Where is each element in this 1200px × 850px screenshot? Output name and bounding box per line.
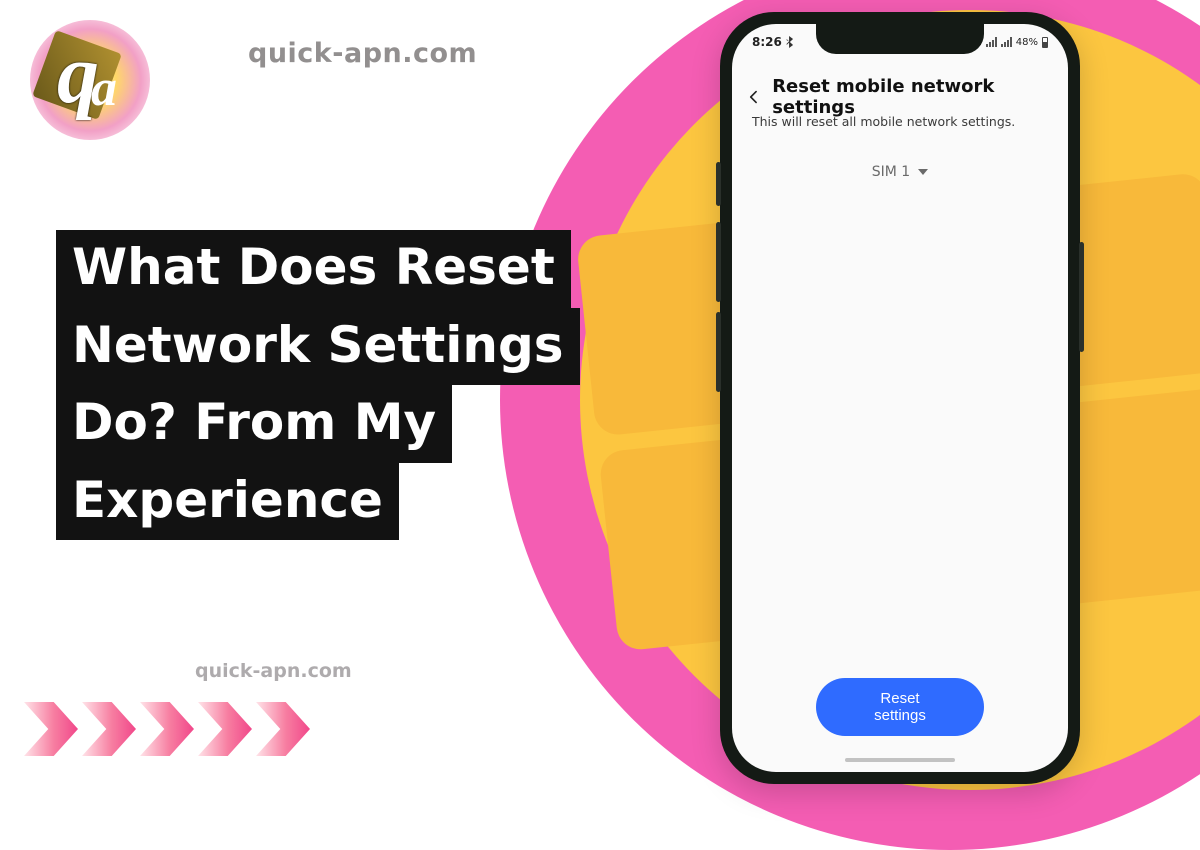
- phone-screen: 8:26 LTE1 48% Reset mobile network setti…: [732, 24, 1068, 772]
- headline-line: What Does Reset: [56, 230, 571, 308]
- back-icon[interactable]: [746, 88, 762, 106]
- chevron-down-icon: [918, 169, 928, 175]
- chevron-right-icon: [256, 702, 310, 756]
- headline-line: Network Settings: [56, 308, 580, 386]
- phone-mockup: 8:26 LTE1 48% Reset mobile network setti…: [720, 12, 1080, 784]
- article-headline: What Does Reset Network Settings Do? Fro…: [56, 230, 580, 540]
- bluetooth-icon: [786, 36, 794, 48]
- phone-volume-up: [716, 222, 721, 302]
- phone-mute-switch: [716, 162, 721, 206]
- home-indicator[interactable]: [845, 758, 955, 762]
- chevron-right-icon: [198, 702, 252, 756]
- status-time: 8:26: [752, 35, 782, 49]
- reset-settings-button[interactable]: Reset settings: [816, 678, 984, 736]
- signal-icon: [986, 37, 997, 47]
- headline-line: Experience: [56, 463, 399, 541]
- phone-volume-down: [716, 312, 721, 392]
- headline-line: Do? From My: [56, 385, 452, 463]
- chevron-right-icon: [140, 702, 194, 756]
- phone-notch: [816, 24, 984, 54]
- watermark-bottom: quick-apn.com: [195, 660, 352, 682]
- battery-icon: [1042, 37, 1048, 48]
- chevron-right-icon: [82, 702, 136, 756]
- sim-selected-label: SIM 1: [872, 164, 910, 180]
- signal-icon: [1001, 37, 1012, 47]
- phone-power-button: [1079, 242, 1084, 352]
- logo-letter-a: a: [91, 59, 117, 118]
- status-battery-pct: 48%: [1016, 37, 1038, 48]
- watermark-top: quick-apn.com: [248, 38, 477, 69]
- brand-logo: q a: [30, 20, 150, 140]
- page-title: Reset mobile network settings: [772, 76, 1052, 118]
- sim-selector[interactable]: SIM 1: [732, 164, 1068, 180]
- chevron-right-icon: [24, 702, 78, 756]
- settings-description: This will reset all mobile network setti…: [752, 114, 1048, 129]
- chevron-decoration: [24, 702, 310, 756]
